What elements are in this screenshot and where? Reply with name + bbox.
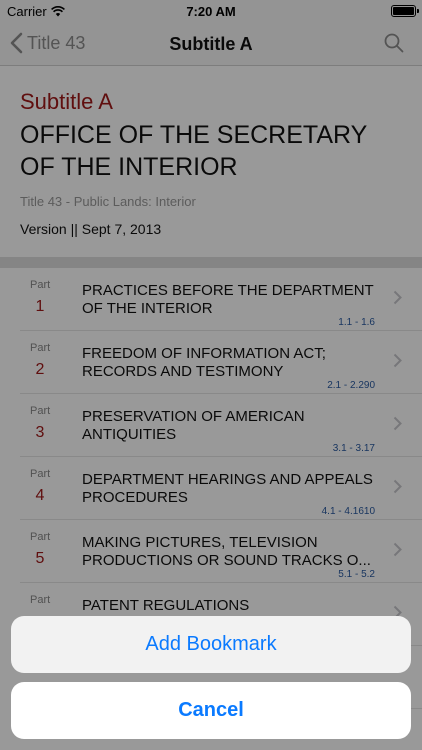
- cancel-button[interactable]: Cancel: [11, 682, 411, 739]
- cancel-label: Cancel: [178, 699, 244, 721]
- add-bookmark-label: Add Bookmark: [145, 633, 277, 655]
- add-bookmark-button[interactable]: Add Bookmark: [11, 616, 411, 673]
